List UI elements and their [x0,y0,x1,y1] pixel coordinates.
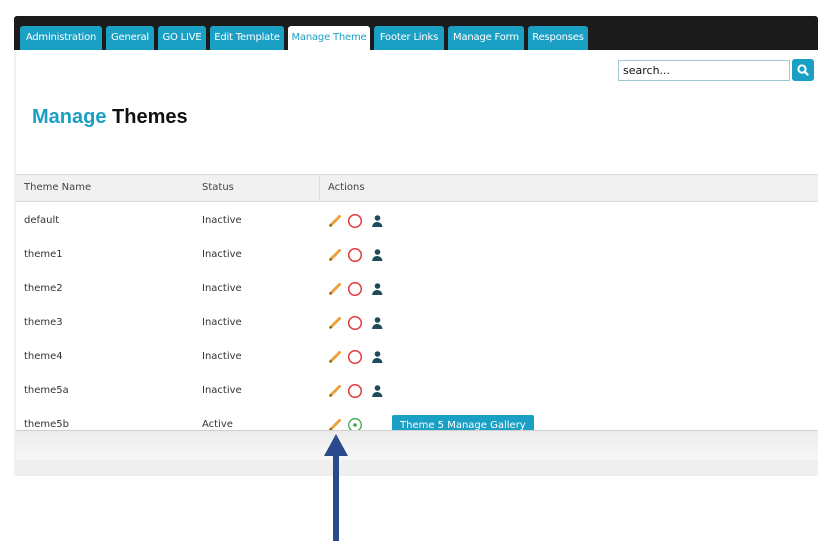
theme-name-cell: theme1 [24,249,63,260]
page-title-accent: Manage [32,106,107,128]
user-icon[interactable] [370,350,384,364]
edit-icon[interactable] [328,248,342,262]
table-row: theme1 Inactive [16,238,818,272]
tab-manage-theme[interactable]: Manage Theme [288,26,370,50]
tab-administration[interactable]: Administration [20,26,102,50]
edit-icon[interactable] [328,214,342,228]
edit-icon[interactable] [328,350,342,364]
user-icon[interactable] [370,384,384,398]
deactivate-icon[interactable] [347,281,363,297]
status-cell: Inactive [202,351,242,362]
user-icon[interactable] [370,316,384,330]
column-header-actions: Actions [319,175,818,201]
user-icon[interactable] [370,248,384,262]
theme-name-cell: theme2 [24,283,63,294]
deactivate-icon[interactable] [347,213,363,229]
tab-bar: Administration General GO LIVE Edit Temp… [14,16,818,50]
user-icon[interactable] [370,282,384,296]
tab-manage-form[interactable]: Manage Form [448,26,524,50]
column-header-status: Status [202,182,234,193]
theme-name-cell: theme5a [24,385,69,396]
deactivate-icon[interactable] [347,315,363,331]
table-row: theme3 Inactive [16,306,818,340]
edit-icon[interactable] [328,384,342,398]
table-header: Theme Name Status Actions [16,174,818,202]
column-header-theme-name: Theme Name [24,182,92,193]
status-cell: Inactive [202,385,242,396]
deactivate-icon[interactable] [347,383,363,399]
tab-responses[interactable]: Responses [528,26,588,50]
table-footer [16,430,818,460]
status-cell: Inactive [202,317,242,328]
tab-go-live[interactable]: GO LIVE [158,26,206,50]
theme-name-cell: theme3 [24,317,63,328]
table-row: default Inactive [16,204,818,238]
theme-name-cell: default [24,215,60,226]
theme-name-cell: theme4 [24,351,63,362]
table-row: theme5a Inactive [16,374,818,408]
deactivate-icon[interactable] [347,247,363,263]
deactivate-icon[interactable] [347,349,363,365]
tab-footer-links[interactable]: Footer Links [374,26,444,50]
app-frame: Administration General GO LIVE Edit Temp… [14,16,818,476]
tab-general[interactable]: General [106,26,154,50]
search-input[interactable] [618,60,790,81]
edit-icon[interactable] [328,282,342,296]
search-icon [797,64,809,76]
page-title-rest: Themes [112,106,188,128]
content-panel: Manage Themes Theme Name Status Actions … [16,50,818,460]
page-title: Manage Themes [32,106,188,129]
status-cell: Inactive [202,215,242,226]
table-row: theme2 Inactive [16,272,818,306]
tab-edit-template[interactable]: Edit Template [210,26,284,50]
edit-icon[interactable] [328,316,342,330]
table-row: theme4 Inactive [16,340,818,374]
search-button[interactable] [792,59,814,81]
status-cell: Inactive [202,283,242,294]
status-cell: Inactive [202,249,242,260]
user-icon[interactable] [370,214,384,228]
pointer-arrow-icon [324,434,348,541]
